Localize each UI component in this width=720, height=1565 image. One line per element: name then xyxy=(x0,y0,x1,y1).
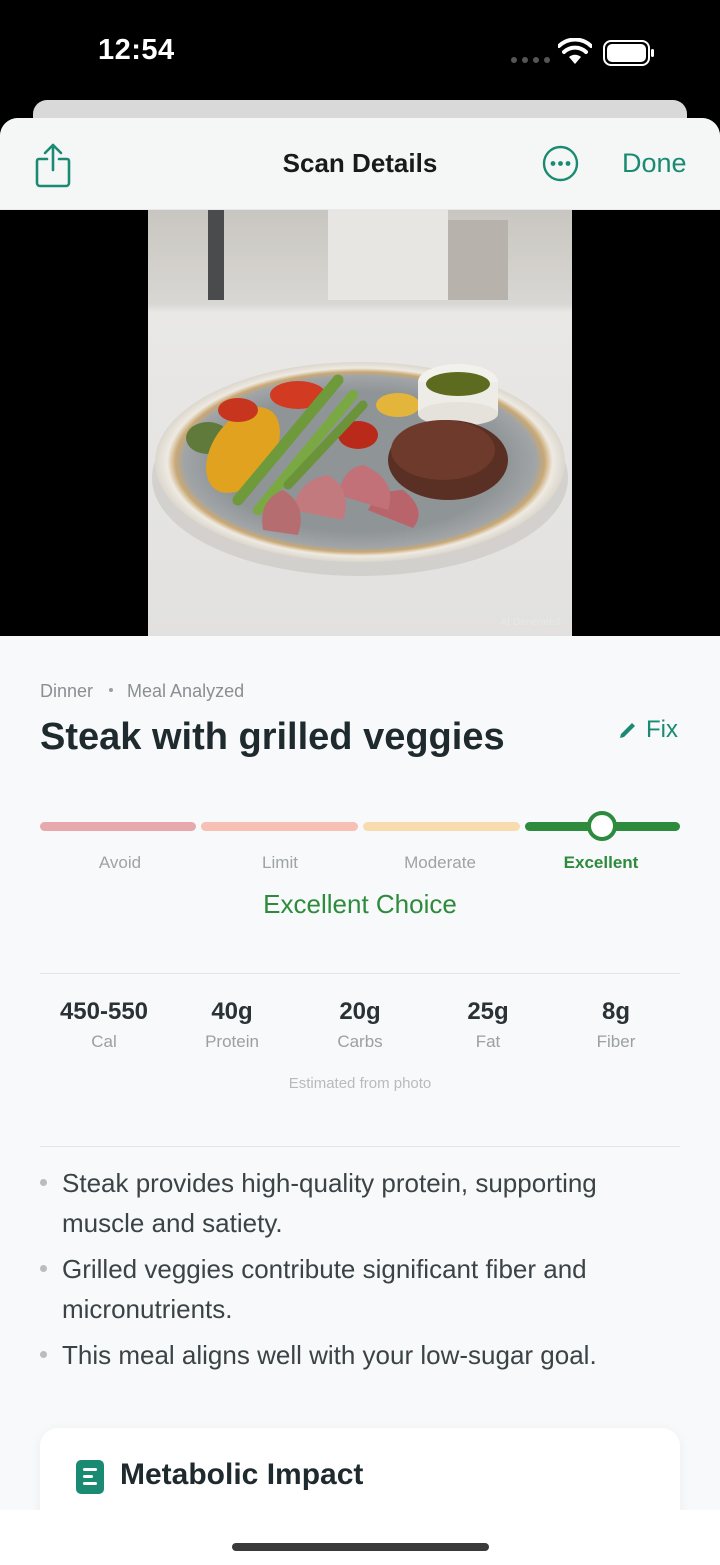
status-time: 12:54 xyxy=(98,34,175,66)
divider xyxy=(40,973,680,974)
status-bar: 12:54 xyxy=(0,0,720,100)
rating-bar-moderate xyxy=(363,822,520,831)
page-title: Scan Details xyxy=(282,148,438,178)
cellular-signal-icon xyxy=(511,57,550,63)
macro-label: Fiber xyxy=(596,1032,636,1051)
meal-meta: Dinner Meal Analyzed xyxy=(40,681,244,702)
macro-value: 8g xyxy=(601,998,630,1025)
meal-category: Dinner xyxy=(40,681,94,701)
macro-label: Fat xyxy=(475,1032,501,1051)
divider xyxy=(40,1146,680,1147)
more-options-icon[interactable] xyxy=(542,145,579,182)
macro-value: 25g xyxy=(467,998,509,1025)
rating-label-excellent: Excellent xyxy=(563,853,639,872)
insight-item: This meal aligns well with your low-suga… xyxy=(40,1335,680,1375)
macro-label: Protein xyxy=(205,1032,259,1051)
card-title: Metabolic Impact xyxy=(120,1458,364,1491)
rating-bar-avoid xyxy=(40,822,196,831)
wifi-icon xyxy=(558,38,592,64)
home-indicator-area xyxy=(0,1510,720,1565)
macro-fat: 25g Fat xyxy=(424,998,552,1052)
rating-label-moderate: Moderate xyxy=(404,853,476,872)
rating-label-avoid: Avoid xyxy=(98,853,142,872)
rating-verdict: Excellent Choice xyxy=(263,889,457,919)
insight-item: Grilled veggies contribute significant f… xyxy=(40,1249,680,1329)
pencil-icon xyxy=(620,723,635,738)
macro-protein: 40g Protein xyxy=(168,998,296,1052)
rating-scale xyxy=(40,822,680,832)
fix-label: Fix xyxy=(646,716,678,743)
macro-label: Cal xyxy=(91,1032,117,1051)
rating-label-limit: Limit xyxy=(262,853,298,872)
home-indicator[interactable] xyxy=(232,1543,489,1551)
rating-bar-limit xyxy=(201,822,358,831)
ai-generated-tag: AI Generated xyxy=(500,617,560,628)
insights-list: Steak provides high-quality protein, sup… xyxy=(40,1163,680,1381)
meal-photo-area: AI Generated xyxy=(0,210,720,636)
rating-indicator xyxy=(587,811,617,841)
nav-bar: Scan Details Done xyxy=(0,118,720,210)
battery-icon xyxy=(603,40,654,66)
meal-title: Steak with grilled veggies xyxy=(40,716,505,758)
document-icon xyxy=(76,1460,104,1494)
macro-value: 40g xyxy=(211,998,253,1025)
meal-photo-image xyxy=(148,210,572,636)
meal-photo: AI Generated xyxy=(148,210,572,636)
meal-status: Meal Analyzed xyxy=(127,681,245,701)
insight-item: Steak provides high-quality protein, sup… xyxy=(40,1163,680,1243)
done-button[interactable]: Done xyxy=(622,148,687,179)
fix-button[interactable]: Fix xyxy=(618,716,678,744)
rating-labels: Avoid Limit Moderate Excellent xyxy=(40,853,680,877)
macro-value: 20g xyxy=(339,998,381,1025)
macro-carbs: 20g Carbs xyxy=(296,998,424,1052)
scan-details-sheet: Scan Details Done AI Generated Dinner Me… xyxy=(0,118,720,1565)
macro-calories: 450-550 Cal xyxy=(40,998,168,1052)
separator-dot xyxy=(109,688,114,693)
macro-label: Carbs xyxy=(337,1032,383,1051)
macro-fiber: 8g Fiber xyxy=(552,998,680,1052)
macro-value: 450-550 xyxy=(59,998,149,1025)
estimate-note: Estimated from photo xyxy=(288,1075,432,1092)
